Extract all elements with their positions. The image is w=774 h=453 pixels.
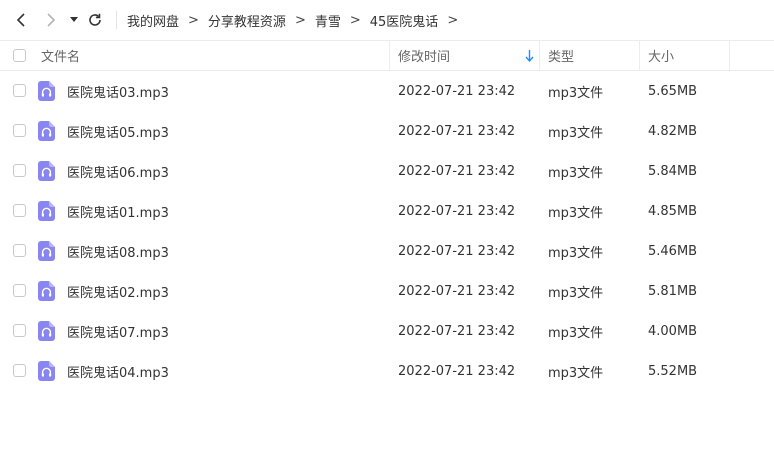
file-modified-time: 2022-07-21 23:42 (398, 243, 516, 259)
file-row[interactable]: 医院鬼话08.mp3 2022-07-21 23:42 mp3文件 5.46MB (0, 231, 774, 271)
audio-file-icon (38, 161, 55, 181)
forward-arrow-icon[interactable] (41, 10, 61, 30)
column-header-size[interactable]: 大小 (648, 41, 674, 70)
file-name[interactable]: 医院鬼话04.mp3 (67, 351, 169, 391)
file-name[interactable]: 医院鬼话05.mp3 (67, 111, 169, 151)
row-checkbox[interactable] (13, 164, 26, 177)
file-size: 4.82MB (648, 123, 698, 139)
row-checkbox[interactable] (13, 364, 26, 377)
toolbar: 我的网盘 > 分享教程资源 > 青雪 > 45医院鬼话 > (0, 0, 774, 40)
file-size: 5.65MB (648, 83, 698, 99)
file-type: mp3文件 (548, 165, 604, 181)
row-checkbox[interactable] (13, 284, 26, 297)
column-divider[interactable] (539, 41, 540, 70)
file-size: 5.81MB (648, 283, 698, 299)
file-size: 4.85MB (648, 203, 698, 219)
file-list-header: 文件名 修改时间 类型 大小 (0, 40, 774, 71)
file-type: mp3文件 (548, 205, 604, 221)
select-all-checkbox[interactable] (13, 49, 26, 62)
column-header-name[interactable]: 文件名 (41, 41, 80, 70)
breadcrumb-separator: > (294, 12, 306, 28)
file-type: mp3文件 (548, 325, 604, 341)
row-checkbox[interactable] (13, 84, 26, 97)
file-size: 5.46MB (648, 243, 698, 259)
file-name[interactable]: 医院鬼话03.mp3 (67, 71, 169, 111)
file-row[interactable]: 医院鬼话02.mp3 2022-07-21 23:42 mp3文件 5.81MB (0, 271, 774, 311)
file-name[interactable]: 医院鬼话01.mp3 (67, 191, 169, 231)
row-checkbox[interactable] (13, 324, 26, 337)
file-modified-time: 2022-07-21 23:42 (398, 123, 516, 139)
file-type: mp3文件 (548, 125, 604, 141)
column-header-type[interactable]: 类型 (548, 41, 574, 70)
column-divider[interactable] (389, 41, 390, 70)
file-size: 5.84MB (648, 163, 698, 179)
audio-file-icon (38, 201, 55, 221)
file-type: mp3文件 (548, 245, 604, 261)
audio-file-icon (38, 241, 55, 261)
audio-file-icon (38, 81, 55, 101)
breadcrumb-item-share[interactable]: 分享教程资源 (208, 11, 286, 30)
audio-file-icon (38, 361, 55, 381)
file-name[interactable]: 医院鬼话08.mp3 (67, 231, 169, 271)
breadcrumb-item-qingxue[interactable]: 青雪 (315, 11, 341, 30)
file-size: 4.00MB (648, 323, 698, 339)
file-modified-time: 2022-07-21 23:42 (398, 283, 516, 299)
breadcrumb-separator[interactable]: > (447, 13, 458, 28)
audio-file-icon (38, 121, 55, 141)
column-divider[interactable] (639, 41, 640, 70)
file-row[interactable]: 医院鬼话05.mp3 2022-07-21 23:42 mp3文件 4.82MB (0, 111, 774, 151)
file-name[interactable]: 医院鬼话07.mp3 (67, 311, 169, 351)
breadcrumb-item-current[interactable]: 45医院鬼话 (370, 11, 439, 30)
toolbar-divider (116, 11, 117, 29)
row-checkbox[interactable] (13, 124, 26, 137)
audio-file-icon (38, 321, 55, 341)
file-modified-time: 2022-07-21 23:42 (398, 163, 516, 179)
file-row[interactable]: 医院鬼话07.mp3 2022-07-21 23:42 mp3文件 4.00MB (0, 311, 774, 351)
breadcrumb-separator: > (188, 12, 199, 28)
file-type: mp3文件 (548, 285, 604, 301)
file-type: mp3文件 (548, 85, 604, 101)
file-modified-time: 2022-07-21 23:42 (398, 323, 516, 339)
file-size: 5.52MB (648, 363, 698, 379)
refresh-icon[interactable] (85, 10, 105, 30)
column-divider[interactable] (729, 41, 730, 70)
file-modified-time: 2022-07-21 23:42 (398, 203, 516, 219)
file-row[interactable]: 医院鬼话06.mp3 2022-07-21 23:42 mp3文件 5.84MB (0, 151, 774, 191)
row-checkbox[interactable] (13, 204, 26, 217)
row-checkbox[interactable] (13, 244, 26, 257)
breadcrumb-item-root[interactable]: 我的网盘 (127, 11, 179, 30)
file-row[interactable]: 医院鬼话03.mp3 2022-07-21 23:42 mp3文件 5.65MB (0, 71, 774, 111)
dropdown-caret-icon[interactable] (67, 10, 81, 30)
sort-down-arrow-icon[interactable] (525, 50, 534, 63)
back-arrow-icon[interactable] (11, 10, 31, 30)
file-modified-time: 2022-07-21 23:42 (398, 83, 516, 99)
breadcrumb: 我的网盘 > 分享教程资源 > 青雪 > 45医院鬼话 > (127, 0, 467, 40)
audio-file-icon (38, 281, 55, 301)
file-row[interactable]: 医院鬼话01.mp3 2022-07-21 23:42 mp3文件 4.85MB (0, 191, 774, 231)
breadcrumb-separator: > (349, 12, 361, 28)
file-name[interactable]: 医院鬼话06.mp3 (67, 151, 169, 191)
file-modified-time: 2022-07-21 23:42 (398, 363, 516, 379)
file-name[interactable]: 医院鬼话02.mp3 (67, 271, 169, 311)
file-row[interactable]: 医院鬼话04.mp3 2022-07-21 23:42 mp3文件 5.52MB (0, 351, 774, 391)
column-header-modified[interactable]: 修改时间 (398, 41, 450, 70)
file-type: mp3文件 (548, 365, 604, 381)
